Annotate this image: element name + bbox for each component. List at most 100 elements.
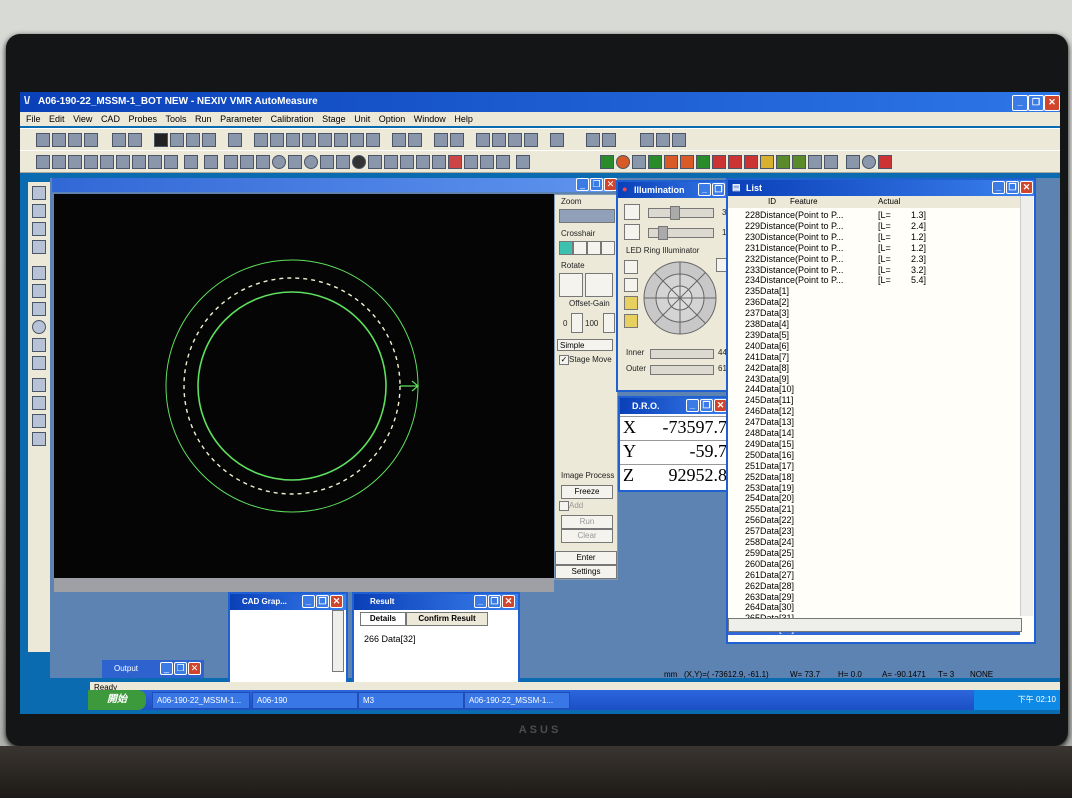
led-ring-dial[interactable] — [642, 260, 718, 336]
result-close-button[interactable]: ✕ — [502, 595, 515, 608]
program-5-icon[interactable] — [132, 155, 146, 169]
table-icon[interactable] — [846, 155, 860, 169]
tray-clock[interactable]: 下午 02:10 — [1018, 695, 1056, 704]
inner-slider[interactable] — [650, 349, 714, 359]
teach-icon[interactable] — [186, 133, 200, 147]
measure-123-icon[interactable] — [350, 133, 364, 147]
output-restore-button[interactable]: ❐ — [174, 662, 187, 675]
graphic-view-icon[interactable] — [672, 133, 686, 147]
output-close-button[interactable]: ✕ — [188, 662, 201, 675]
measure-angle-icon[interactable] — [334, 133, 348, 147]
top-light-thumb[interactable] — [670, 206, 680, 220]
program-6-icon[interactable] — [148, 155, 162, 169]
multi-point-icon[interactable] — [224, 155, 238, 169]
taskbar-item-folder-m3[interactable]: M3 — [358, 692, 464, 709]
list-row[interactable]: 245 Data[11] — [728, 395, 1020, 406]
frame-2-icon[interactable] — [824, 155, 838, 169]
select-slot-icon[interactable] — [32, 378, 46, 392]
parallel-icon[interactable] — [320, 155, 334, 169]
datum-icon[interactable] — [434, 133, 448, 147]
list-row[interactable]: 232 Distance(Point to P... [L= 2.3] — [728, 254, 1020, 265]
ring-mode-3-icon[interactable] — [624, 296, 638, 310]
line-icon[interactable] — [288, 155, 302, 169]
print-icon[interactable] — [84, 133, 98, 147]
new-file-icon[interactable] — [36, 133, 50, 147]
menu-calibration[interactable]: Calibration — [271, 114, 314, 124]
zoom-controls[interactable] — [559, 209, 615, 223]
focus-icon[interactable] — [632, 155, 646, 169]
undo-icon[interactable] — [36, 155, 50, 169]
list-row[interactable]: 231 Distance(Point to P... [L= 1.2] — [728, 243, 1020, 254]
measure-tool-icon[interactable] — [32, 432, 46, 446]
run-button[interactable]: Run — [561, 515, 613, 529]
mode-select[interactable]: Simple — [557, 339, 613, 351]
crosshair-1-button[interactable] — [559, 241, 573, 255]
menu-parameter[interactable]: Parameter — [220, 114, 262, 124]
result-restore-button[interactable]: ❐ — [488, 595, 501, 608]
mx-icon[interactable] — [240, 155, 254, 169]
diagonal-icon[interactable] — [416, 155, 430, 169]
taskbar-item-folder-a06[interactable]: A06-190 — [252, 692, 358, 709]
measure-distance-icon[interactable] — [318, 133, 332, 147]
tolerance-2-icon[interactable] — [492, 133, 506, 147]
top-light-icon[interactable] — [624, 204, 640, 220]
menu-window[interactable]: Window — [414, 114, 446, 124]
list-row[interactable]: 235 Data[1] — [728, 286, 1020, 297]
menu-unit[interactable]: Unit — [354, 114, 370, 124]
list-row[interactable]: 257 Data[23] — [728, 526, 1020, 537]
illum-minimize-button[interactable]: _ — [698, 183, 711, 196]
taskbar-item-app[interactable]: A06-190-22_MSSM-1... — [152, 692, 250, 709]
list-horizontal-scrollbar[interactable] — [728, 618, 1022, 632]
menu-tools[interactable]: Tools — [166, 114, 187, 124]
list-row[interactable]: 251 Data[17] — [728, 461, 1020, 472]
list-row[interactable]: 256 Data[22] — [728, 515, 1020, 526]
autofocus-icon[interactable] — [616, 155, 630, 169]
measure-circle-icon[interactable] — [286, 133, 300, 147]
list-row[interactable]: 229 Distance(Point to P... [L= 2.4] — [728, 221, 1020, 232]
delete-feature-icon[interactable] — [524, 133, 538, 147]
marker-icon[interactable] — [448, 155, 462, 169]
ring-mode-2-icon[interactable] — [624, 278, 638, 292]
zoom-in-icon[interactable] — [32, 186, 46, 200]
cad-restore-button[interactable]: ❐ — [316, 595, 329, 608]
crosshair-3-button[interactable] — [587, 241, 601, 255]
cad-close-button[interactable]: ✕ — [330, 595, 343, 608]
list-row[interactable]: 253 Data[19] — [728, 483, 1020, 494]
menu-probes[interactable]: Probes — [128, 114, 157, 124]
grid-yellow-icon[interactable] — [760, 155, 774, 169]
program-icon[interactable] — [52, 155, 66, 169]
open-file-icon[interactable] — [52, 133, 66, 147]
ball-icon[interactable] — [352, 155, 366, 169]
save-icon[interactable] — [68, 133, 82, 147]
tab-details[interactable]: Details — [360, 612, 406, 626]
ring-mode-4-icon[interactable] — [624, 314, 638, 328]
zoom-out-icon[interactable] — [32, 204, 46, 218]
rotate-spinner-2[interactable] — [585, 273, 613, 297]
list-row[interactable]: 258 Data[24] — [728, 537, 1020, 548]
program-7-icon[interactable] — [164, 155, 178, 169]
red-box-icon[interactable] — [744, 155, 758, 169]
refresh-icon[interactable] — [862, 155, 876, 169]
list-header-id[interactable]: ID — [768, 197, 776, 206]
box-2-icon[interactable] — [680, 155, 694, 169]
video-restore-button[interactable]: ❐ — [590, 178, 603, 191]
minimize-button[interactable]: _ — [1012, 95, 1028, 111]
menu-view[interactable]: View — [73, 114, 92, 124]
grid-green-icon[interactable] — [776, 155, 790, 169]
menu-edit[interactable]: Edit — [49, 114, 65, 124]
list-row[interactable]: 241 Data[7] — [728, 352, 1020, 363]
program-4-icon[interactable] — [100, 155, 114, 169]
frame-icon[interactable] — [808, 155, 822, 169]
list-header-actual[interactable]: Actual — [878, 197, 900, 206]
rotate-spinner[interactable] — [559, 273, 583, 297]
list-view-icon[interactable] — [656, 133, 670, 147]
list-row[interactable]: 228 Distance(Point to P... [L= 1.3] — [728, 210, 1020, 221]
bottom-light-thumb[interactable] — [658, 226, 668, 240]
menu-cad[interactable]: CAD — [101, 114, 120, 124]
sort-icon[interactable] — [116, 155, 130, 169]
list-row[interactable]: 248 Data[14] — [728, 428, 1020, 439]
list-row[interactable]: 233 Distance(Point to P... [L= 3.2] — [728, 265, 1020, 276]
tolerance-icon[interactable] — [476, 133, 490, 147]
stage-move-checkbox[interactable]: ✓ — [559, 355, 569, 365]
run-icon[interactable] — [154, 133, 168, 147]
